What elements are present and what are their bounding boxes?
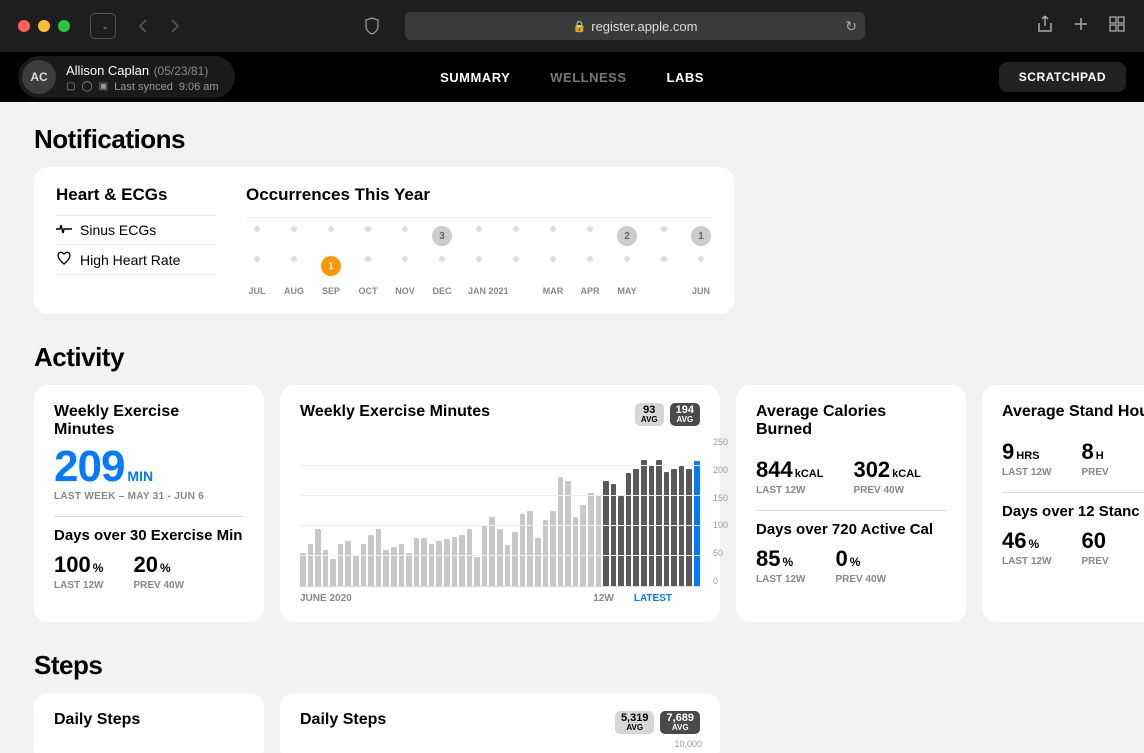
main-content: Notifications Heart & ECGs Sinus ECGs Hi… bbox=[0, 102, 1144, 753]
ecg-icon bbox=[56, 222, 72, 238]
lock-icon: 🔒 bbox=[573, 20, 587, 33]
minimize-window-button[interactable] bbox=[38, 20, 50, 32]
tab-summary[interactable]: SUMMARY bbox=[440, 70, 510, 85]
section-steps-title: Steps bbox=[34, 650, 1144, 681]
occurrences-title: Occurrences This Year bbox=[246, 185, 712, 205]
last-synced-label: Last synced bbox=[114, 81, 173, 93]
device-other-icon: ▣ bbox=[99, 81, 108, 92]
steps-avg-badge-recent: 7,689AVG bbox=[660, 711, 700, 734]
steps-avg-badge-prev: 5,319AVG bbox=[615, 711, 655, 734]
calories-card[interactable]: Average Calories Burned 844kCALLAST 12W … bbox=[736, 385, 966, 622]
heart-icon bbox=[56, 251, 72, 268]
device-watch-icon: ◯ bbox=[81, 81, 92, 92]
sidebar-toggle-button[interactable]: ⌄ bbox=[90, 13, 116, 39]
notifications-card: Heart & ECGs Sinus ECGs High Heart Rate … bbox=[34, 167, 734, 314]
privacy-shield-icon[interactable] bbox=[359, 13, 385, 39]
avatar: AC bbox=[22, 60, 56, 94]
close-window-button[interactable] bbox=[18, 20, 30, 32]
exercise-bar-chart: 250200150100500 bbox=[300, 437, 700, 587]
weekly-exercise-chart-card[interactable]: Weekly Exercise Minutes 93AVG 194AVG 250… bbox=[280, 385, 720, 622]
device-phone-icon: ▢ bbox=[66, 81, 75, 92]
stand-hours-card[interactable]: Average Stand Hou 9HRSLAST 12W 8HPREV Da… bbox=[982, 385, 1144, 622]
new-tab-button[interactable] bbox=[1072, 15, 1090, 38]
nav-arrows bbox=[130, 13, 188, 39]
avg-badge-recent: 194AVG bbox=[670, 403, 700, 426]
weekly-exercise-summary-card[interactable]: Weekly Exercise Minutes 209MIN LAST WEEK… bbox=[34, 385, 264, 622]
notif-item-sinus-ecgs[interactable]: Sinus ECGs bbox=[56, 215, 216, 245]
tab-wellness[interactable]: WELLNESS bbox=[550, 70, 626, 85]
forward-button[interactable] bbox=[162, 13, 188, 39]
heart-ecgs-title: Heart & ECGs bbox=[56, 185, 216, 205]
tab-overview-button[interactable] bbox=[1108, 15, 1126, 38]
fullscreen-window-button[interactable] bbox=[58, 20, 70, 32]
notif-item-high-heart-rate[interactable]: High Heart Rate bbox=[56, 245, 216, 275]
last-synced-time: 9:06 am bbox=[179, 81, 219, 93]
daily-steps-summary-card[interactable]: Daily Steps bbox=[34, 693, 264, 753]
avg-badge-prev: 93AVG bbox=[635, 403, 664, 426]
back-button[interactable] bbox=[130, 13, 156, 39]
occurrences-grid: 321 1 JULAUGSEPOCTNOVDECJAN 2021MARAPRMA… bbox=[246, 217, 712, 296]
user-name: Allison Caplan bbox=[66, 63, 149, 78]
url-bar[interactable]: 🔒 register.apple.com ↻ bbox=[405, 12, 865, 40]
window-controls bbox=[18, 20, 70, 32]
reload-button[interactable]: ↻ bbox=[845, 18, 857, 35]
scratchpad-button[interactable]: SCRATCHPAD bbox=[999, 62, 1126, 92]
section-activity-title: Activity bbox=[34, 342, 1144, 373]
tab-labs[interactable]: LABS bbox=[667, 70, 704, 85]
user-pod[interactable]: AC Allison Caplan (05/23/81) ▢ ◯ ▣ Last … bbox=[18, 56, 235, 98]
url-text: register.apple.com bbox=[591, 19, 697, 34]
section-notifications-title: Notifications bbox=[34, 124, 1144, 155]
daily-steps-chart-card[interactable]: Daily Steps 5,319AVG 7,689AVG 10,000 bbox=[280, 693, 720, 753]
app-header: AC Allison Caplan (05/23/81) ▢ ◯ ▣ Last … bbox=[0, 52, 1144, 102]
browser-toolbar: ⌄ 🔒 register.apple.com ↻ bbox=[0, 0, 1144, 52]
exercise-minutes-value: 209 bbox=[54, 442, 124, 491]
main-tabs: SUMMARY WELLNESS LABS bbox=[440, 70, 704, 85]
user-dob: (05/23/81) bbox=[154, 64, 209, 78]
share-button[interactable] bbox=[1036, 15, 1054, 38]
